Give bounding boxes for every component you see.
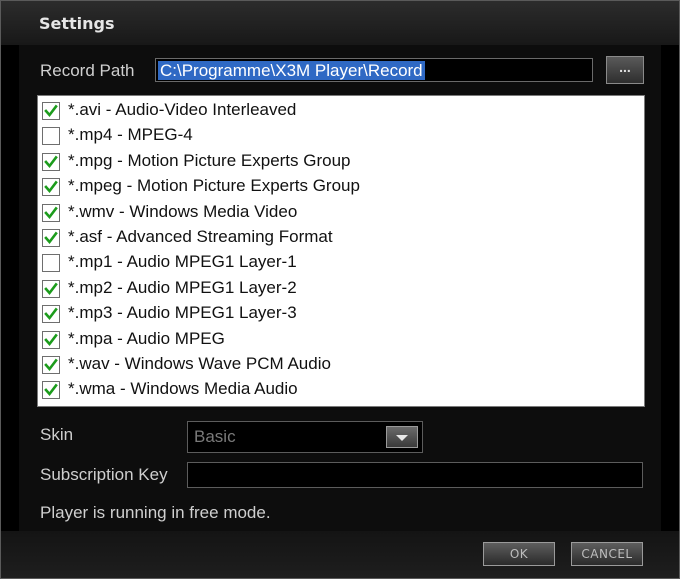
checkmark-icon [44, 307, 58, 321]
skin-select[interactable]: Basic [187, 421, 423, 453]
file-type-item[interactable]: *.wav - Windows Wave PCM Audio [42, 353, 632, 377]
file-type-item[interactable]: *.asf - Advanced Streaming Format [42, 226, 632, 250]
file-type-item[interactable]: *.mpg - Motion Picture Experts Group [42, 150, 632, 174]
settings-window: Settings Record Path C:\Programme\X3M Pl… [0, 0, 680, 579]
subscription-key-label: Subscription Key [40, 465, 168, 484]
file-type-label: *.wav - Windows Wave PCM Audio [68, 354, 331, 373]
file-type-label: *.mpg - Motion Picture Experts Group [68, 150, 351, 170]
checkmark-icon [44, 206, 58, 219]
checkmark-icon [44, 358, 58, 372]
checkmark-icon [44, 231, 58, 245]
checkbox-checked[interactable] [42, 330, 60, 349]
file-type-item[interactable]: *.mp4 - MPEG-4 [42, 124, 632, 148]
file-type-item[interactable]: *.mp2 - Audio MPEG1 Layer-2 [42, 277, 632, 301]
checkbox-checked[interactable] [42, 102, 60, 120]
browse-button[interactable]: ... [606, 56, 644, 84]
chevron-down-icon[interactable] [386, 426, 418, 448]
file-type-item[interactable]: *.avi - Audio-Video Interleaved [42, 99, 632, 123]
checkmark-icon [44, 104, 58, 118]
file-type-label: *.mp2 - Audio MPEG1 Layer-2 [68, 277, 297, 297]
checkmark-icon [44, 333, 58, 346]
skin-label: Skin [40, 425, 74, 444]
checkbox-checked[interactable] [42, 279, 60, 298]
file-type-item[interactable]: *.mpeg - Motion Picture Experts Group [42, 175, 632, 199]
checkbox-checked[interactable] [42, 203, 60, 222]
checkbox-checked[interactable] [42, 152, 60, 171]
ok-button[interactable]: OK [483, 542, 555, 566]
subscription-key-input[interactable] [187, 462, 643, 488]
record-path-value: C:\Programme\X3M Player\Record [158, 61, 425, 80]
file-type-label: *.avi - Audio-Video Interleaved [68, 100, 297, 119]
file-type-label: *.mp1 - Audio MPEG1 Layer-1 [68, 252, 297, 272]
file-type-label: *.wmv - Windows Media Video [68, 201, 298, 221]
record-path-label: Record Path [40, 61, 135, 80]
file-type-item[interactable]: *.wmv - Windows Media Video [42, 201, 632, 225]
checkmark-icon [44, 384, 58, 397]
file-type-list[interactable]: *.avi - Audio-Video Interleaved *.mp4 - M… [37, 95, 645, 407]
file-type-label: *.wma - Windows Media Audio [68, 379, 298, 399]
skin-selected-value: Basic [194, 427, 236, 446]
checkmark-icon [44, 155, 58, 168]
checkmark-icon [44, 282, 58, 295]
file-type-label: *.mp4 - MPEG-4 [68, 125, 193, 145]
checkbox-checked[interactable] [42, 178, 60, 197]
checkbox-unchecked[interactable] [42, 127, 60, 146]
file-type-label: *.asf - Advanced Streaming Format [68, 227, 333, 246]
checkmark-icon [44, 180, 58, 194]
file-type-label: *.mp3 - Audio MPEG1 Layer-3 [68, 303, 297, 323]
checkbox-checked[interactable] [42, 229, 60, 247]
title-bar[interactable]: Settings [1, 1, 679, 45]
checkbox-checked[interactable] [42, 356, 60, 374]
status-text: Player is running in free mode. [40, 503, 271, 522]
record-path-input[interactable]: C:\Programme\X3M Player\Record [155, 58, 593, 82]
checkbox-checked[interactable] [42, 305, 60, 324]
file-type-item[interactable]: *.mp3 - Audio MPEG1 Layer-3 [42, 302, 632, 326]
cancel-button[interactable]: CANCEL [571, 542, 643, 566]
checkbox-checked[interactable] [42, 381, 60, 400]
file-type-label: *.mpa - Audio MPEG [68, 328, 225, 348]
file-type-item[interactable]: *.wma - Windows Media Audio [42, 378, 632, 402]
file-type-item[interactable]: *.mp1 - Audio MPEG1 Layer-1 [42, 251, 632, 275]
file-type-item[interactable]: *.mpa - Audio MPEG [42, 328, 632, 352]
window-title: Settings [39, 14, 115, 33]
checkbox-unchecked[interactable] [42, 254, 60, 273]
file-type-label: *.mpeg - Motion Picture Experts Group [68, 176, 360, 196]
